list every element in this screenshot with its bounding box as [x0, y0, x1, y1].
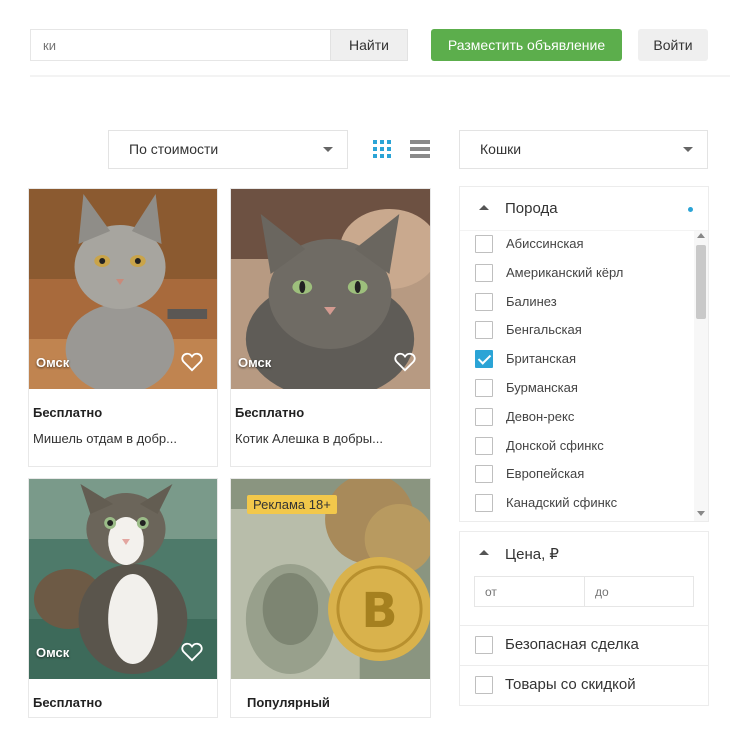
breed-checkbox[interactable]: [475, 263, 493, 282]
breed-label: Американский кёрл: [506, 264, 624, 280]
breed-label: Балинез: [506, 293, 557, 309]
heart-icon[interactable]: [181, 642, 203, 662]
sort-select-value: По стоимости: [129, 141, 219, 157]
discount-label: Товары со скидкой: [505, 676, 636, 693]
breed-checkbox[interactable]: [475, 321, 493, 340]
breed-label: Девон-рекс: [506, 408, 575, 424]
list-view-icon[interactable]: [410, 140, 430, 158]
listing-price: Бесплатно: [33, 695, 103, 710]
breed-checkbox[interactable]: [475, 350, 493, 369]
post-ad-button[interactable]: Разместить объявление: [431, 29, 622, 61]
chevron-up-icon: [479, 205, 489, 210]
listing-card[interactable]: Омск Бесплатно: [28, 478, 218, 718]
breed-checkbox[interactable]: [475, 235, 493, 253]
breed-option[interactable]: Девон-рекс: [460, 404, 694, 432]
listing-city: Омск: [36, 355, 70, 370]
heart-icon[interactable]: [394, 352, 416, 372]
price-filter: Цена, ₽: [459, 531, 709, 626]
sort-select[interactable]: По стоимости: [108, 130, 348, 169]
scroll-down-arrow-icon[interactable]: [697, 511, 705, 516]
category-select[interactable]: Кошки: [459, 130, 708, 169]
chevron-down-icon: [683, 147, 693, 152]
safe-deal-checkbox[interactable]: [475, 636, 493, 654]
listing-city: Омск: [238, 355, 272, 370]
breed-filter: Порода Абиссинская Американский кёрл Балин…: [459, 186, 709, 522]
page: Найти Разместить объявление Войти По сто…: [0, 0, 745, 739]
active-filter-dot: [688, 207, 693, 212]
breed-label: Бенгальская: [506, 322, 582, 338]
price-filter-header[interactable]: Цена, ₽: [460, 532, 708, 576]
heart-icon[interactable]: [181, 352, 203, 372]
login-button[interactable]: Войти: [638, 29, 708, 61]
breed-checkbox[interactable]: [475, 436, 493, 455]
search-input[interactable]: [30, 29, 330, 61]
breed-label: Европейская: [506, 466, 585, 482]
chevron-down-icon: [323, 147, 333, 152]
breed-option[interactable]: Донской сфинкс: [460, 433, 694, 461]
grid-view-icon[interactable]: [373, 140, 391, 158]
breed-label: Канадский сфинкс: [506, 495, 618, 511]
ad-badge: Реклама 18+: [247, 495, 337, 514]
listing-title[interactable]: Мишель отдам в добр...: [33, 431, 177, 446]
price-to-input[interactable]: [584, 576, 694, 607]
discount-option[interactable]: Товары со скидкой: [459, 666, 709, 706]
breed-option[interactable]: Балинез: [460, 289, 694, 317]
safe-deal-label: Безопасная сделка: [505, 636, 639, 653]
safe-deal-option[interactable]: Безопасная сделка: [459, 626, 709, 666]
ad-card[interactable]: B Реклама 18+ Популярный: [230, 478, 431, 718]
breed-label: Абиссинская: [506, 236, 584, 251]
listing-card[interactable]: Омск Бесплатно Котик Алешка в добры...: [230, 188, 431, 467]
listing-price: Бесплатно: [33, 405, 103, 420]
breed-checkbox[interactable]: [475, 494, 493, 513]
listing-title[interactable]: Котик Алешка в добры...: [235, 431, 383, 446]
breed-option[interactable]: Бенгальская: [460, 317, 694, 345]
price-from-input[interactable]: [474, 576, 585, 607]
search-button[interactable]: Найти: [330, 29, 408, 61]
breed-option[interactable]: Канадский сфинкс: [460, 490, 694, 518]
breed-checkbox[interactable]: [475, 465, 493, 484]
scroll-up-arrow-icon[interactable]: [697, 233, 705, 238]
chevron-up-icon: [479, 550, 489, 555]
breed-option[interactable]: Британская: [460, 346, 694, 374]
breed-option[interactable]: Бурманская: [460, 375, 694, 403]
listing-popular-label: Популярный: [247, 695, 330, 710]
breed-list: Абиссинская Американский кёрл Балинез Бенга…: [460, 231, 694, 521]
breed-checkbox[interactable]: [475, 407, 493, 426]
listing-card[interactable]: Омск Бесплатно Мишель отдам в добр...: [28, 188, 218, 467]
category-select-value: Кошки: [480, 141, 522, 157]
svg-text:B: B: [361, 584, 397, 639]
breed-label: Бурманская: [506, 380, 578, 395]
breed-filter-title: Порода: [505, 200, 558, 217]
listing-city: Омск: [36, 645, 70, 660]
breed-filter-header[interactable]: Порода: [460, 187, 708, 231]
scrollbar-thumb[interactable]: [696, 245, 706, 319]
breed-option[interactable]: Американский кёрл: [460, 260, 694, 288]
breed-option[interactable]: Европейская: [460, 461, 694, 489]
price-filter-title: Цена, ₽: [505, 546, 559, 563]
breed-option[interactable]: Абиссинская: [460, 231, 694, 259]
header-divider: [30, 75, 730, 77]
breed-list-scrollbar[interactable]: [694, 231, 708, 521]
breed-label: Донской сфинкс: [506, 437, 604, 453]
listing-price: Бесплатно: [235, 405, 305, 420]
breed-checkbox[interactable]: [475, 379, 493, 397]
breed-label: Британская: [506, 351, 576, 367]
discount-checkbox[interactable]: [475, 676, 493, 694]
breed-checkbox[interactable]: [475, 292, 493, 311]
